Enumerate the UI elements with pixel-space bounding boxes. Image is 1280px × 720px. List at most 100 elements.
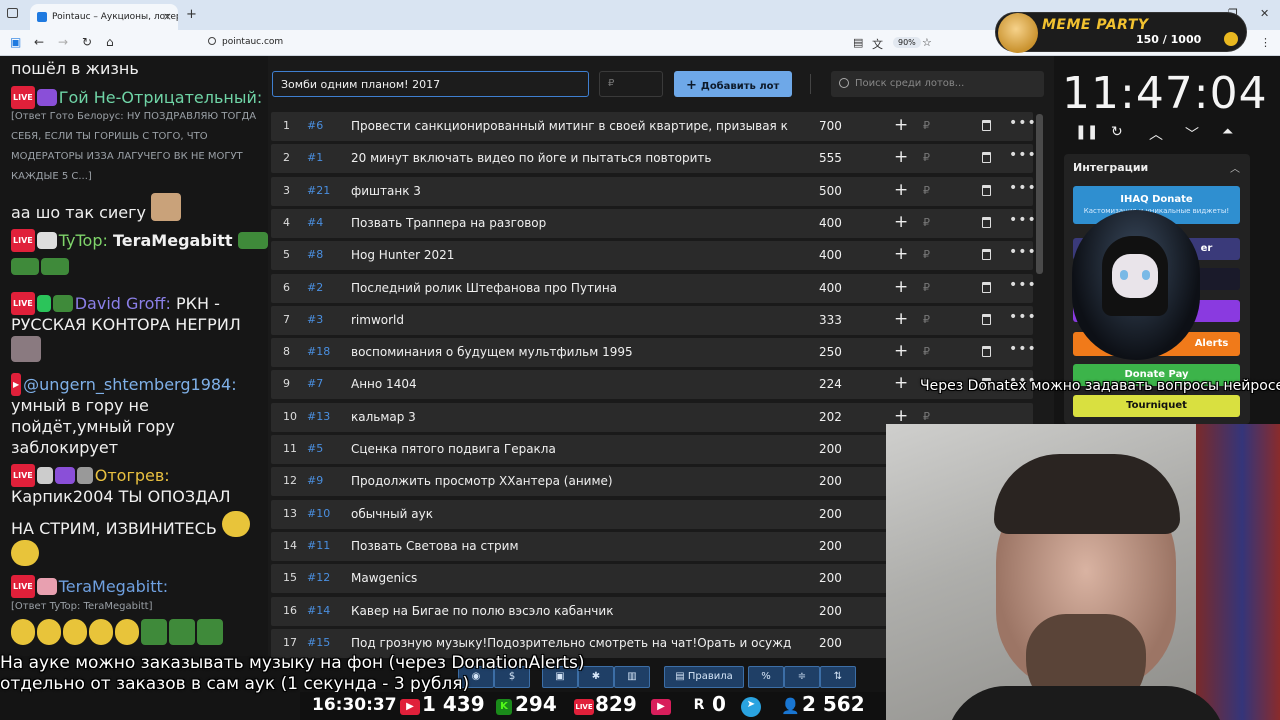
chat-nick[interactable]: TeraMegabitt: (59, 577, 168, 596)
reset-timer-button[interactable]: ↻ (1111, 124, 1123, 140)
chat-nick[interactable]: Гой Не-Отрицательный: (59, 88, 263, 107)
add-amount-button[interactable]: + (894, 244, 908, 264)
lot-title[interactable]: обычный аук (351, 507, 791, 521)
add-amount-button[interactable]: + (894, 115, 908, 135)
lot-title[interactable]: воспоминания о будущем мультфильм 1995 (351, 345, 791, 359)
trash-icon[interactable] (982, 281, 991, 293)
trash-icon[interactable] (982, 249, 991, 261)
lot-title[interactable]: Под грозную музыку!Подозрительно смотрет… (351, 636, 791, 650)
pause-button[interactable]: ❚❚ (1075, 124, 1098, 140)
amount-input[interactable]: ₽ (923, 345, 930, 358)
tab-menu-icon[interactable] (7, 8, 18, 18)
zoom-level[interactable]: 90% (893, 37, 921, 48)
lot-id-link[interactable]: #21 (307, 184, 330, 197)
percent-button[interactable]: % (748, 666, 784, 688)
trash-icon[interactable] (982, 346, 991, 358)
browser-tab[interactable]: Pointauc – Аукционы, лотереи × (30, 4, 178, 30)
lot-list-scrollbar[interactable] (1036, 114, 1043, 274)
double-time-button[interactable]: ⏶ (1222, 124, 1233, 140)
lot-row[interactable]: 6 #2 Последний ролик Штефанова про Путина 4… (271, 273, 1036, 303)
browser-menu-icon[interactable]: ⋮ (1260, 36, 1271, 49)
lot-row[interactable]: 3 #21 фиштанк 3 500 + ₽ ••• (271, 176, 1036, 206)
more-options-icon[interactable]: ••• (1009, 309, 1037, 325)
forward-button[interactable]: → (58, 35, 68, 49)
trash-icon[interactable] (982, 216, 991, 228)
lot-title[interactable]: Продолжить просмотр ХХантера (аниме) (351, 474, 791, 488)
lot-title[interactable]: Анно 1404 (351, 377, 791, 391)
chat-nick[interactable]: Отогрев: (95, 466, 170, 485)
lot-title[interactable]: Позвать Светова на стрим (351, 539, 791, 553)
more-options-icon[interactable]: ••• (1009, 341, 1037, 357)
lot-row[interactable]: 5 #8 Hog Hunter 2021 400 + ₽ ••• (271, 241, 1036, 271)
lot-title[interactable]: Последний ролик Штефанова про Путина (351, 281, 791, 295)
lot-id-link[interactable]: #12 (307, 571, 330, 584)
subtract-time-button[interactable]: ﹀ (1185, 124, 1199, 144)
add-amount-button[interactable]: + (894, 277, 908, 297)
lot-id-link[interactable]: #15 (307, 636, 330, 649)
lot-title[interactable]: кальмар 3 (351, 410, 791, 424)
lot-row[interactable]: 4 #4 Позвать Траппера на разговор 400 + ₽ ••• (271, 208, 1036, 238)
trash-icon[interactable] (982, 120, 991, 131)
more-options-icon[interactable]: ••• (1009, 277, 1037, 293)
lot-row[interactable]: 2 #1 20 минут включать видео по йоге и пыт… (271, 144, 1036, 174)
add-time-button[interactable]: ︿ (1149, 124, 1163, 144)
lot-row[interactable]: 8 #18 воспоминания о будущем мультфильм 19… (271, 338, 1036, 368)
add-amount-button[interactable]: + (894, 373, 908, 393)
lot-id-link[interactable]: #2 (307, 281, 323, 294)
lot-id-link[interactable]: #7 (307, 377, 323, 390)
reload-button[interactable]: ↻ (82, 35, 92, 49)
lot-title[interactable]: Провести санкционированный митинг в свое… (351, 119, 791, 133)
add-amount-button[interactable]: + (894, 406, 908, 426)
lot-id-link[interactable]: #4 (307, 216, 323, 229)
amount-input[interactable]: ₽ (923, 313, 930, 326)
lot-search-input[interactable]: Поиск среди лотов... (831, 71, 1044, 97)
lot-id-link[interactable]: #18 (307, 345, 330, 358)
lot-id-link[interactable]: #1 (307, 151, 323, 164)
lot-id-link[interactable]: #11 (307, 539, 330, 552)
chat-nick[interactable]: David Groff: (75, 294, 171, 313)
sidebar-toggle-icon[interactable]: ▣ (10, 35, 21, 49)
amount-input[interactable]: ₽ (923, 281, 930, 294)
lot-title[interactable]: Кавер на Бигае по полю вэсэло кабанчик (351, 604, 791, 618)
more-options-icon[interactable]: ••• (1009, 180, 1037, 196)
add-amount-button[interactable]: + (894, 180, 908, 200)
amount-input[interactable]: ₽ (923, 410, 930, 423)
trash-icon[interactable] (982, 184, 991, 196)
lot-row[interactable]: 1 #6 Провести санкционированный митинг в с… (271, 112, 1036, 141)
lot-row[interactable]: 7 #3 rimworld 333 + ₽ ••• (271, 305, 1036, 335)
lot-title[interactable]: Hog Hunter 2021 (351, 248, 791, 262)
url-field[interactable]: pointauc.com (208, 37, 283, 47)
lot-title[interactable]: Сценка пятого подвига Геракла (351, 442, 791, 456)
lot-title[interactable]: Mawgenics (351, 571, 791, 585)
amount-input[interactable]: ₽ (923, 184, 930, 197)
lot-id-link[interactable]: #8 (307, 248, 323, 261)
add-amount-button[interactable]: + (894, 212, 908, 232)
lot-title[interactable]: Позвать Траппера на разговор (351, 216, 791, 230)
reader-view-icon[interactable]: ▤ (853, 36, 863, 49)
lot-id-link[interactable]: #3 (307, 313, 323, 326)
back-button[interactable]: ← (34, 35, 44, 49)
trash-icon[interactable] (982, 313, 991, 325)
rules-button[interactable]: ▤ Правила (664, 666, 744, 688)
split-icon[interactable]: ≑ (784, 666, 820, 688)
home-button[interactable]: ⌂ (106, 35, 114, 49)
translate-icon[interactable]: 文 (872, 36, 883, 52)
tourniquet-button[interactable]: Tourniquet (1073, 395, 1240, 417)
lot-price-input[interactable]: ₽ (599, 71, 663, 97)
more-options-icon[interactable]: ••• (1009, 147, 1037, 163)
chat-nick[interactable]: @ungern_shtemberg1984: (23, 375, 236, 394)
lot-id-link[interactable]: #5 (307, 442, 323, 455)
amount-input[interactable]: ₽ (923, 216, 930, 229)
lot-id-link[interactable]: #9 (307, 474, 323, 487)
bookmark-star-icon[interactable]: ☆ (922, 36, 932, 49)
lot-id-link[interactable]: #14 (307, 604, 330, 617)
clear-list-icon[interactable]: ▥ (614, 666, 650, 688)
add-lot-button[interactable]: + Добавить лот (674, 71, 792, 97)
lot-title[interactable]: 20 минут включать видео по йоге и пытать… (351, 151, 791, 165)
add-amount-button[interactable]: + (894, 341, 908, 361)
amount-input[interactable]: ₽ (923, 151, 930, 164)
lot-name-input[interactable]: Зомби одним планом! 2017 (272, 71, 589, 97)
more-options-icon[interactable]: ••• (1009, 244, 1037, 260)
chat-nick[interactable]: TyTop: (59, 231, 108, 250)
lot-id-link[interactable]: #10 (307, 507, 330, 520)
